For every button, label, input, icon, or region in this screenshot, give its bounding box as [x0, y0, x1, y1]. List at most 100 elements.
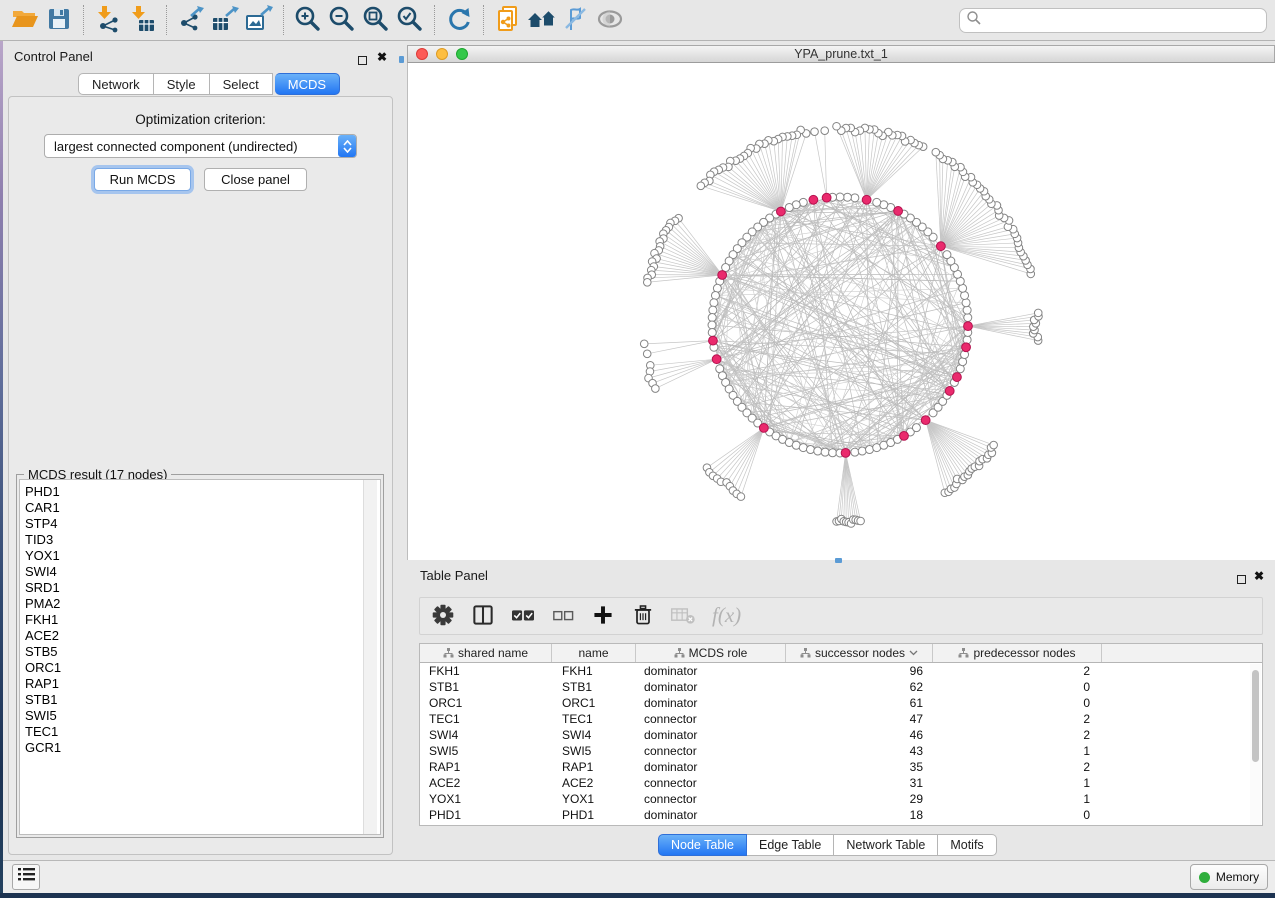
tab-network-table[interactable]: Network Table — [834, 834, 938, 856]
mcds-result-item[interactable]: STB5 — [25, 644, 380, 660]
table-cell: 29 — [786, 792, 933, 806]
houses-icon — [526, 5, 558, 36]
zoom-in-button[interactable] — [291, 3, 325, 37]
status-bar — [3, 860, 1275, 893]
mcds-result-item[interactable]: TEC1 — [25, 724, 380, 740]
table-cell: PHD1 — [420, 808, 552, 822]
eye-button[interactable] — [593, 3, 627, 37]
delete-column-button[interactable] — [628, 601, 658, 631]
tab-network[interactable]: Network — [78, 73, 154, 95]
mcds-result-item[interactable]: SRD1 — [25, 580, 380, 596]
mcds-result-list[interactable]: PHD1CAR1STP4TID3YOX1SWI4SRD1PMA2FKH1ACE2… — [19, 479, 381, 835]
column-header-successor-nodes[interactable]: successor nodes — [786, 644, 933, 662]
tab-select[interactable]: Select — [210, 73, 273, 95]
column-header-filler — [1102, 644, 1262, 662]
tab-motifs[interactable]: Motifs — [938, 834, 996, 856]
tab-edge-table[interactable]: Edge Table — [747, 834, 834, 856]
mcds-result-item[interactable]: SWI4 — [25, 564, 380, 580]
table-panel-title: Table Panel — [420, 568, 488, 583]
table-row[interactable]: YOX1YOX1connector291 — [420, 791, 1262, 807]
table-row[interactable]: STB1STB1dominator620 — [420, 679, 1262, 695]
table-body: FKH1FKH1dominator962STB1STB1dominator620… — [420, 663, 1262, 823]
control-panel-close-button[interactable]: ✖ — [377, 51, 387, 63]
table-cell: dominator — [636, 696, 786, 710]
document-share-button[interactable] — [491, 3, 525, 37]
flag-toggle-button[interactable] — [559, 3, 593, 37]
save-session-button[interactable] — [42, 3, 76, 37]
table-row[interactable]: FKH1FKH1dominator962 — [420, 663, 1262, 679]
run-mcds-button[interactable]: Run MCDS — [94, 168, 191, 191]
tab-mcds[interactable]: MCDS — [275, 73, 340, 95]
memory-button[interactable]: Memory — [1190, 864, 1268, 890]
tab-node-table[interactable]: Node Table — [658, 834, 747, 856]
task-history-button[interactable] — [12, 864, 40, 890]
column-header-name[interactable]: name — [552, 644, 636, 662]
split-pane-handle[interactable] — [399, 56, 404, 63]
delete-table-button[interactable] — [668, 601, 698, 631]
columns-icon — [472, 604, 494, 629]
table-panel-close-button[interactable]: ✖ — [1254, 570, 1264, 582]
table-row[interactable]: SWI4SWI4dominator462 — [420, 727, 1262, 743]
table-row[interactable]: ACE2ACE2connector311 — [420, 775, 1262, 791]
houses-button[interactable] — [525, 3, 559, 37]
table-row[interactable]: ORC1ORC1dominator610 — [420, 695, 1262, 711]
table-cell: 2 — [933, 760, 1102, 774]
close-panel-button[interactable]: Close panel — [204, 168, 307, 191]
column-header-predecessor-nodes[interactable]: predecessor nodes — [933, 644, 1102, 662]
select-all-button[interactable] — [508, 601, 538, 631]
network-canvas[interactable] — [407, 63, 1275, 560]
table-row[interactable]: SWI5SWI5connector431 — [420, 743, 1262, 759]
column-header-shared-name[interactable]: shared name — [420, 644, 552, 662]
control-panel-float-button[interactable] — [358, 52, 367, 70]
table-cell: TEC1 — [552, 712, 636, 726]
mcds-result-item[interactable]: ORC1 — [25, 660, 380, 676]
function-builder-button[interactable]: f(x) — [708, 601, 752, 631]
table-row[interactable]: RAP1RAP1dominator352 — [420, 759, 1262, 775]
toggle-column-panel-button[interactable] — [468, 601, 498, 631]
table-settings-button[interactable] — [428, 601, 458, 631]
mcds-result-item[interactable]: STB1 — [25, 692, 380, 708]
column-header-MCDS-role[interactable]: MCDS role — [636, 644, 786, 662]
open-session-button[interactable] — [8, 3, 42, 37]
mcds-result-item[interactable]: TID3 — [25, 532, 380, 548]
create-column-button[interactable] — [588, 601, 618, 631]
mcds-result-item[interactable]: ACE2 — [25, 628, 380, 644]
zoom-selected-button[interactable] — [393, 3, 427, 37]
mcds-result-item[interactable]: SWI5 — [25, 708, 380, 724]
network-window-titlebar[interactable]: YPA_prune.txt_1 — [407, 45, 1275, 63]
mcds-result-item[interactable]: YOX1 — [25, 548, 380, 564]
unchecked-boxes-icon — [551, 605, 575, 628]
zoom-fit-button[interactable] — [359, 3, 393, 37]
toolbar-separator — [166, 5, 167, 35]
table-scrollbar-thumb[interactable] — [1252, 670, 1259, 762]
mcds-list-scrollbar[interactable] — [363, 480, 377, 834]
mcds-result-item[interactable]: PHD1 — [25, 484, 380, 500]
floppy-disk-icon — [45, 5, 73, 36]
optimization-criterion-dropdown[interactable]: largest connected component (undirected) — [44, 134, 357, 158]
mcds-result-item[interactable]: FKH1 — [25, 612, 380, 628]
column-type-icon — [674, 648, 685, 658]
export-table-button[interactable] — [208, 3, 242, 37]
import-table-button[interactable] — [125, 3, 159, 37]
mcds-result-item[interactable]: PMA2 — [25, 596, 380, 612]
table-row[interactable]: TEC1TEC1connector472 — [420, 711, 1262, 727]
import-network-button[interactable] — [91, 3, 125, 37]
toolbar-separator — [283, 5, 284, 35]
mcds-result-item[interactable]: STP4 — [25, 516, 380, 532]
zoom-out-button[interactable] — [325, 3, 359, 37]
mcds-result-item[interactable]: CAR1 — [25, 500, 380, 516]
table-panel-float-button[interactable] — [1237, 571, 1246, 589]
mcds-result-item[interactable]: GCR1 — [25, 740, 380, 756]
apply-layout-button[interactable] — [442, 3, 476, 37]
table-cell: dominator — [636, 680, 786, 694]
network-view[interactable] — [408, 63, 1275, 560]
search-input[interactable] — [982, 13, 1260, 28]
tab-style[interactable]: Style — [154, 73, 210, 95]
export-image-button[interactable] — [242, 3, 276, 37]
mcds-result-item[interactable]: RAP1 — [25, 676, 380, 692]
table-row[interactable]: PHD1PHD1dominator180 — [420, 807, 1262, 823]
deselect-all-button[interactable] — [548, 601, 578, 631]
export-network-button[interactable] — [174, 3, 208, 37]
table-scrollbar-track[interactable] — [1250, 664, 1261, 825]
table-cell: dominator — [636, 808, 786, 822]
